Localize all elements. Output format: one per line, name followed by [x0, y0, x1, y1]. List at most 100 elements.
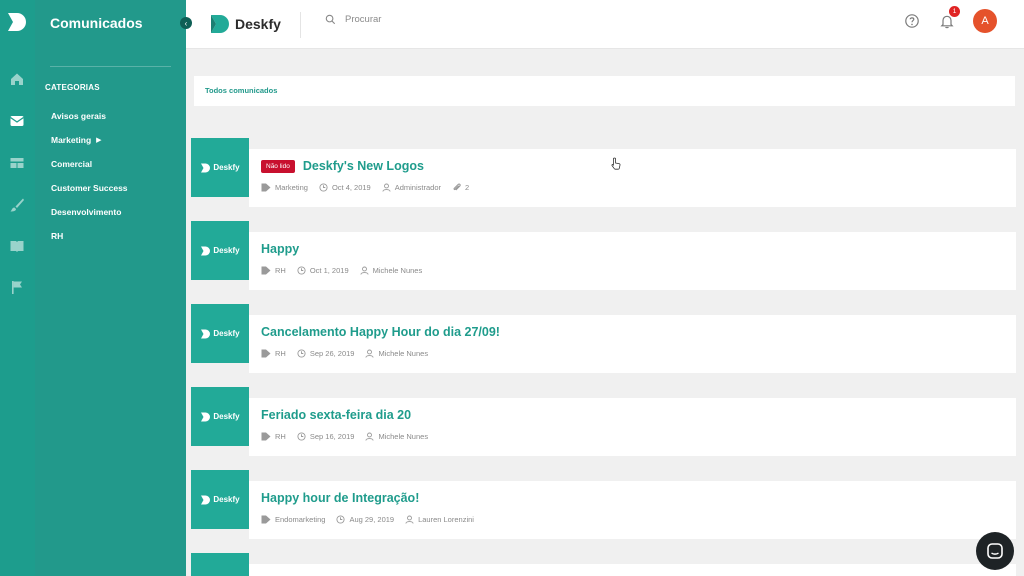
- card-title[interactable]: Feriado sexta-feira dia 20: [261, 408, 411, 422]
- mail-icon[interactable]: [8, 112, 26, 130]
- card-meta: Marketing Oct 4, 2019 Administrador 2: [261, 183, 480, 192]
- card-title[interactable]: Happy hour de Integração!: [261, 491, 419, 505]
- avatar[interactable]: A: [973, 9, 997, 33]
- sidebar-item-label: Comercial: [51, 159, 93, 169]
- thumbnail-label: Deskfy: [213, 495, 240, 504]
- card-author: Administrador: [394, 183, 441, 192]
- sidebar-item-label: Customer Success: [51, 183, 128, 193]
- sidebar-item-customer-success[interactable]: Customer Success: [51, 176, 128, 200]
- card-category: Endomarketing: [275, 515, 326, 524]
- card-thumbnail[interactable]: Deskfy: [191, 387, 249, 446]
- thumbnail-label: Deskfy: [213, 246, 240, 255]
- card-title[interactable]: Deskfy's New Logos: [303, 159, 424, 173]
- paperclip-icon: [453, 183, 461, 191]
- brush-icon[interactable]: [8, 196, 26, 214]
- collapse-sidebar-button[interactable]: ‹: [180, 17, 192, 29]
- card-title-row: Happy: [261, 242, 299, 256]
- card-thumbnail[interactable]: Deskfy: [191, 138, 249, 197]
- layout-icon[interactable]: [8, 154, 26, 172]
- tag-icon: [261, 432, 271, 441]
- deskfy-logo-icon: [201, 163, 211, 172]
- sidebar-item-label: RH: [51, 231, 64, 241]
- thumbnail-label: Deskfy: [213, 329, 240, 338]
- card-thumbnail[interactable]: [191, 553, 249, 576]
- card-author: Michele Nunes: [378, 349, 429, 358]
- sidebar-item-rh[interactable]: RH: [51, 224, 128, 248]
- user-icon: [365, 432, 375, 441]
- clock-icon: [297, 432, 306, 441]
- card-category: RH: [275, 349, 286, 358]
- category-sidebar: Comunicados CATEGORIAS Avisos gerais Mar…: [35, 0, 186, 576]
- tag-icon: [261, 515, 271, 524]
- clock-icon: [297, 266, 306, 275]
- sidebar-item-label: Avisos gerais: [51, 111, 106, 121]
- sidebar-item-desenvolvimento[interactable]: Desenvolvimento: [51, 200, 128, 224]
- deskfy-logo-icon: [201, 412, 211, 421]
- card-meta: Endomarketing Aug 29, 2019 Lauren Lorenz…: [261, 515, 485, 524]
- brand-name: Deskfy: [235, 16, 281, 32]
- card-date: Oct 4, 2019: [331, 183, 371, 192]
- deskfy-logo-icon: [201, 329, 211, 338]
- announcement-card-partial[interactable]: [191, 553, 1016, 576]
- tag-icon: [261, 349, 271, 358]
- clock-icon: [336, 515, 346, 524]
- card-body: Happy RH Oct 1, 2019 Michele Nunes: [249, 232, 1016, 290]
- filter-bar: Todos comunicados: [194, 76, 1015, 106]
- clock-icon: [297, 349, 306, 358]
- card-thumbnail[interactable]: Deskfy: [191, 304, 249, 363]
- search-icon: [325, 14, 336, 25]
- user-icon: [405, 515, 414, 524]
- card-thumbnail[interactable]: Deskfy: [191, 470, 249, 529]
- card-author: Michele Nunes: [378, 432, 429, 441]
- deskfy-logo-icon: [201, 246, 211, 255]
- notification-badge: 1: [949, 6, 960, 17]
- deskfy-logo-icon[interactable]: [6, 12, 28, 32]
- announcement-card[interactable]: Happy hour de Integração! Endomarketing …: [191, 470, 1016, 539]
- sidebar-item-marketing[interactable]: Marketing ▶: [51, 128, 128, 152]
- chat-widget-button[interactable]: [976, 532, 1014, 570]
- card-title-row: Cancelamento Happy Hour do dia 27/09!: [261, 325, 500, 339]
- card-meta: RH Sep 26, 2019 Michele Nunes: [261, 349, 439, 358]
- sidebar-item-comercial[interactable]: Comercial: [51, 152, 128, 176]
- help-icon[interactable]: [904, 13, 920, 29]
- search-box[interactable]: [325, 14, 545, 25]
- filter-all-announcements[interactable]: Todos comunicados: [205, 86, 277, 95]
- card-title-row: Não lido Deskfy's New Logos: [261, 159, 424, 173]
- thumbnail-label: Deskfy: [213, 163, 240, 172]
- announcement-card[interactable]: Cancelamento Happy Hour do dia 27/09! RH…: [191, 304, 1016, 373]
- card-meta: RH Oct 1, 2019 Michele Nunes: [261, 266, 433, 275]
- tag-icon: [261, 183, 271, 192]
- brand[interactable]: Deskfy: [209, 14, 281, 34]
- home-icon[interactable]: [8, 70, 26, 88]
- card-date: Sep 26, 2019: [309, 349, 355, 358]
- card-title[interactable]: Cancelamento Happy Hour do dia 27/09!: [261, 325, 500, 339]
- card-date: Sep 16, 2019: [309, 432, 355, 441]
- sidebar-item-avisos-gerais[interactable]: Avisos gerais: [51, 104, 128, 128]
- card-category: RH: [275, 432, 286, 441]
- search-input[interactable]: [345, 14, 545, 25]
- card-body: Cancelamento Happy Hour do dia 27/09! RH…: [249, 315, 1016, 373]
- card-author: Lauren Lorenzini: [418, 515, 474, 524]
- card-meta: RH Sep 16, 2019 Michele Nunes: [261, 432, 439, 441]
- thumbnail-label: Deskfy: [213, 412, 240, 421]
- sidebar-divider: [50, 66, 171, 67]
- announcement-card[interactable]: Feriado sexta-feira dia 20 RH Sep 16, 20…: [191, 387, 1016, 456]
- card-date: Oct 1, 2019: [309, 266, 349, 275]
- category-list: Avisos gerais Marketing ▶ Comercial Custo…: [51, 104, 128, 248]
- card-date: Aug 29, 2019: [349, 515, 395, 524]
- flag-icon[interactable]: [8, 278, 26, 296]
- chevron-right-icon: ▶: [96, 137, 102, 144]
- categories-heading: CATEGORIAS: [45, 83, 100, 92]
- card-thumbnail[interactable]: Deskfy: [191, 221, 249, 280]
- announcement-card[interactable]: Não lido Deskfy's New Logos Marketing Oc…: [191, 138, 1016, 207]
- sidebar-title: Comunicados: [50, 15, 143, 31]
- card-title[interactable]: Happy: [261, 242, 299, 256]
- book-icon[interactable]: [8, 237, 26, 255]
- announcement-card[interactable]: Happy RH Oct 1, 2019 Michele Nunes Deskf…: [191, 221, 1016, 290]
- card-author: Michele Nunes: [372, 266, 423, 275]
- card-title-row: Feriado sexta-feira dia 20: [261, 408, 411, 422]
- user-icon: [365, 349, 375, 358]
- card-body: Happy hour de Integração! Endomarketing …: [249, 481, 1016, 539]
- deskfy-logo-icon: [201, 495, 211, 504]
- card-category: RH: [275, 266, 286, 275]
